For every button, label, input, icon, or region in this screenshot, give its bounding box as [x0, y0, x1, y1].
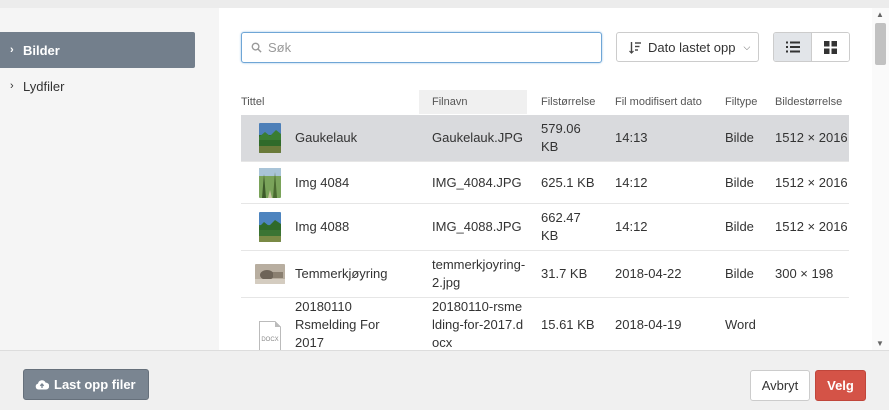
row-dimensions: 1512 × 2016: [775, 219, 848, 234]
row-dimensions: 1512 × 2016: [775, 175, 848, 190]
row-modified: 2018-04-22: [615, 266, 682, 281]
table-row[interactable]: Gaukelauk Gaukelauk.JPG 579.06 KB 14:13 …: [241, 115, 849, 162]
sort-label: Dato lastet opp: [648, 39, 736, 55]
column-header-title[interactable]: Tittel: [241, 90, 419, 114]
grid-view-button[interactable]: [811, 33, 849, 61]
row-size: 15.61 KB: [541, 317, 595, 332]
table-row[interactable]: DOCX 20180110 Rsmelding For 2017 2018011…: [241, 298, 849, 350]
dialog-footer: Last opp filer Avbryt Velg: [0, 350, 889, 410]
cloud-upload-icon: [35, 380, 49, 390]
row-size: 662.47 KB: [541, 210, 581, 243]
row-title: Img 4084: [295, 175, 350, 190]
chevron-right-icon: ›: [10, 44, 14, 56]
row-title: 20180110 Rsmelding For 2017: [295, 299, 380, 350]
row-size: 625.1 KB: [541, 175, 595, 190]
view-toggle: [773, 32, 850, 62]
column-header-modified[interactable]: Fil modifisert dato: [615, 90, 702, 114]
file-browser: Dato lastet opp ⌵ Tittel Filna: [219, 8, 889, 350]
column-header-filename[interactable]: Filnavn: [419, 90, 527, 114]
row-title: Img 4088: [295, 219, 350, 234]
folder-sidebar: › Bilder › Lydfiler: [0, 8, 219, 350]
row-filename: Gaukelauk.JPG: [432, 130, 524, 145]
row-type: Word: [725, 317, 756, 332]
row-title: Temmerkjøyring: [295, 266, 388, 281]
table-row[interactable]: Img 4088 IMG_4088.JPG 662.47 KB 14:12 Bi…: [241, 204, 849, 251]
row-type: Bilde: [725, 266, 754, 281]
sidebar-item-label: Bilder: [23, 42, 60, 58]
row-modified: 14:12: [615, 175, 648, 190]
column-header-dimensions[interactable]: Bildestørrelse: [775, 90, 842, 114]
sepia-photo-thumb: [255, 264, 285, 284]
forest-photo-thumb: [259, 168, 281, 198]
sidebar-item-lydfiler[interactable]: › Lydfiler: [0, 68, 195, 104]
chevron-right-icon: ›: [10, 80, 14, 92]
table-row[interactable]: Img 4084 IMG_4084.JPG 625.1 KB 14:12 Bil…: [241, 162, 849, 204]
sidebar-item-bilder[interactable]: › Bilder: [0, 32, 195, 68]
row-dimensions: 1512 × 2016: [775, 130, 848, 145]
upload-label: Last opp filer: [54, 377, 136, 392]
row-filename: 20180110-rsmelding-for-2017.docx: [432, 299, 524, 350]
row-type: Bilde: [725, 219, 754, 234]
row-filename: IMG_4088.JPG: [432, 219, 522, 234]
row-modified: 14:12: [615, 219, 648, 234]
table-row[interactable]: Temmerkjøyring temmerkjoyring-2.jpg 31.7…: [241, 251, 849, 298]
grid-view-icon: [824, 40, 837, 54]
file-icon-label: DOCX: [261, 337, 279, 343]
row-type: Bilde: [725, 130, 754, 145]
sidebar-item-label: Lydfiler: [23, 78, 65, 94]
search-box[interactable]: [241, 32, 602, 63]
sort-icon: [629, 41, 641, 54]
list-view-button[interactable]: [774, 33, 811, 61]
row-modified: 14:13: [615, 130, 648, 145]
column-header-size[interactable]: Filstørrelse: [541, 90, 595, 114]
sort-dropdown[interactable]: Dato lastet opp ⌵: [616, 32, 759, 62]
row-filename: IMG_4084.JPG: [432, 175, 522, 190]
scroll-down-icon[interactable]: ▼: [876, 339, 884, 348]
row-filename: temmerkjoyring-2.jpg: [432, 257, 526, 290]
row-size: 579.06 KB: [541, 121, 581, 154]
scrollbar-thumb[interactable]: [875, 23, 886, 65]
row-title: Gaukelauk: [295, 130, 358, 145]
row-size: 31.7 KB: [541, 266, 588, 281]
select-button[interactable]: Velg: [815, 370, 866, 401]
row-type: Bilde: [725, 175, 754, 190]
scroll-up-icon[interactable]: ▲: [876, 10, 884, 19]
row-modified: 2018-04-19: [615, 317, 682, 332]
upload-files-button[interactable]: Last opp filer: [23, 369, 149, 400]
row-dimensions: 300 × 198: [775, 266, 834, 281]
list-view-icon: [785, 41, 800, 53]
landscape-photo-thumb: [259, 123, 281, 153]
search-icon: [251, 42, 262, 53]
chevron-down-icon: ⌵: [743, 41, 751, 52]
file-picker-dialog: › Bilder › Lydfiler Dato lastet opp: [0, 8, 889, 410]
cancel-button[interactable]: Avbryt: [750, 370, 810, 401]
file-table: Tittel Filnavn Filstørrelse Fil modifise…: [241, 90, 849, 350]
search-input[interactable]: [268, 40, 588, 55]
table-header: Tittel Filnavn Filstørrelse Fil modifise…: [241, 90, 849, 114]
column-header-type[interactable]: Filtype: [725, 90, 757, 114]
docx-file-icon: DOCX: [259, 321, 281, 350]
landscape-photo-thumb: [259, 212, 281, 242]
backdrop-strip: [0, 0, 889, 8]
